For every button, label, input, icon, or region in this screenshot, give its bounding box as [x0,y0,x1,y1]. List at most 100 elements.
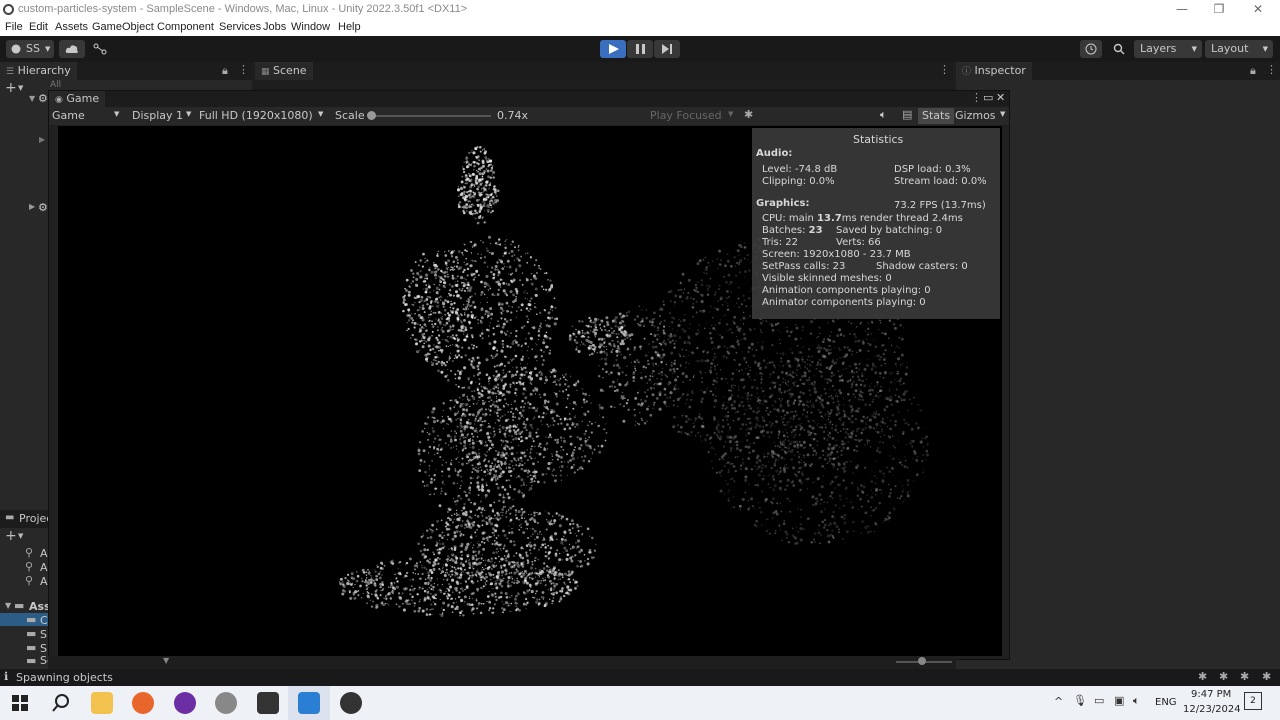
menu-jobs[interactable]: Jobs [263,21,286,33]
particle [605,370,609,374]
menu-component[interactable]: Component [157,21,214,33]
particle [416,566,419,569]
play-button[interactable] [600,40,626,58]
particle [441,297,443,299]
scale-slider-handle[interactable] [367,111,376,120]
hierarchy-search-input[interactable]: All [50,80,61,90]
add-icon[interactable]: + [5,528,17,544]
particle [456,259,459,261]
particle [453,357,456,360]
collab-button[interactable] [89,40,111,58]
step-button[interactable] [654,40,680,58]
close-panel-icon[interactable]: ✕ [996,91,1005,104]
particle [534,477,537,479]
folder-item[interactable]: S [40,628,47,641]
particle [426,537,429,539]
folder-item[interactable]: C [40,614,48,627]
layers-dropdown[interactable]: Layers ▼ [1134,40,1202,58]
menu-file[interactable]: File [5,21,23,33]
minimize-button[interactable]: — [1167,2,1197,18]
more-options-icon[interactable]: ⋮ [238,63,249,76]
keyboard-icon[interactable]: ▤ [902,108,912,121]
particle [673,300,677,304]
particle [535,313,538,316]
expand-arrow-icon[interactable]: ▼ [29,94,35,103]
account-dropdown[interactable]: SS ▼ [6,40,54,58]
particle [437,329,439,332]
chevron-down-icon: ▼ [1262,45,1268,53]
tab-inspector[interactable]: ⓘ Inspector [956,62,1032,80]
menu-window[interactable]: Window [291,21,330,33]
maximize-button[interactable]: ❐ [1204,2,1234,18]
cloud-button[interactable] [59,40,85,58]
particle [516,370,519,373]
particle [606,323,610,327]
particle [733,315,737,319]
chevron-down-icon[interactable]: ▼ [18,84,23,92]
tab-game[interactable]: ◉ Game [49,91,106,107]
particle [489,184,492,186]
pause-button[interactable] [627,40,653,58]
particle [430,603,433,606]
particle [423,427,426,430]
particle [490,399,493,402]
game-mode-dropdown[interactable]: Game [52,109,85,122]
bug-icon[interactable]: ✱ [744,108,753,121]
particle [447,259,450,263]
chevron-down-icon[interactable]: ▼ [18,532,23,540]
particle [698,413,701,416]
particle [592,330,596,334]
particle [511,407,514,410]
play-focused-dropdown[interactable]: Play Focused [650,109,722,122]
particle [599,359,601,361]
scale-slider-track[interactable] [371,115,491,117]
particle [762,341,764,343]
menu-gameobject[interactable]: GameObject [92,21,154,33]
tab-scene[interactable]: ▦ Scene [255,62,313,80]
menu-edit[interactable]: Edit [29,21,48,33]
particle [473,390,476,392]
expand-arrow-icon[interactable]: ▼ [5,601,11,610]
history-button[interactable] [1080,40,1102,58]
more-options-icon[interactable]: ⋮ [939,63,950,76]
tab-hierarchy[interactable]: ☰ Hierarchy [0,62,77,80]
particle [509,584,512,587]
particle [460,587,464,590]
close-button[interactable]: ✕ [1243,2,1273,18]
gizmos-dropdown[interactable]: Gizmos [955,109,996,122]
collapse-arrow-icon[interactable]: ▶ [29,202,35,211]
particle [596,329,598,331]
maximize-panel-icon[interactable]: ▭ [983,91,993,104]
menu-help[interactable]: Help [338,21,361,33]
main-toolbar: SS ▼ Layers ▼ Layout ▼ [0,36,1280,62]
display-dropdown[interactable]: Display 1 [132,109,183,122]
particle [456,425,459,428]
menu-assets[interactable]: Assets [55,21,88,33]
particle [633,318,637,321]
particle [459,614,461,617]
particle [858,388,860,391]
add-icon[interactable]: + [5,80,17,96]
collapse-arrow-icon[interactable]: ▶ [39,135,45,144]
particle [544,543,547,546]
particle [471,598,473,600]
particle [470,311,473,313]
particle [520,478,524,482]
more-options-icon[interactable]: ⋮ [971,91,982,104]
resolution-dropdown[interactable]: Full HD (1920x1080) [199,109,313,122]
particle [429,349,431,352]
lock-icon[interactable]: 🔒︎ [222,64,228,78]
lock-icon[interactable]: 🔒︎ [1250,64,1256,78]
layout-dropdown[interactable]: Layout ▼ [1205,40,1273,58]
search-button[interactable] [1108,40,1130,58]
particle [381,603,384,605]
menu-services[interactable]: Services [219,21,261,33]
particle [743,356,746,360]
particle [591,348,594,351]
particle [372,579,375,582]
more-options-icon[interactable]: ⋮ [1266,63,1277,76]
audio-mute-icon[interactable]: 🔈︎ [880,108,887,122]
stats-toggle[interactable]: Stats [918,108,955,124]
particle [465,206,468,209]
particle [619,329,623,333]
